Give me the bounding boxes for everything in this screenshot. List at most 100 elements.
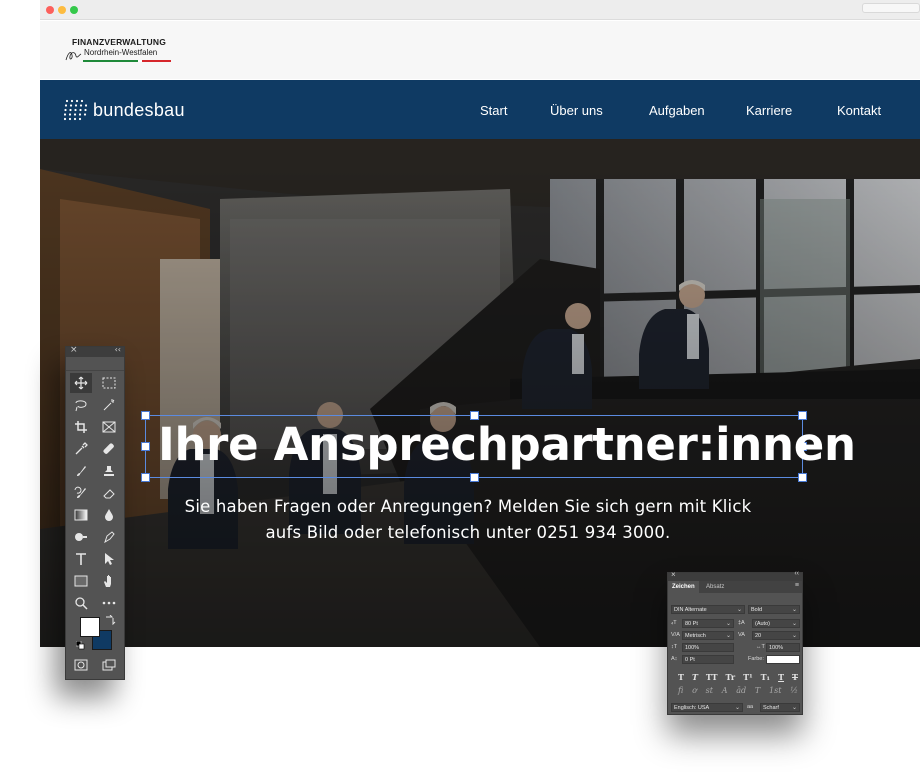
browser-chrome	[40, 0, 920, 20]
blur-icon[interactable]	[98, 505, 120, 525]
character-panel-tabs: Zeichen Absatz ≡	[668, 581, 802, 593]
crop-icon[interactable]	[70, 417, 92, 437]
panel-menu-icon[interactable]: ≡	[795, 582, 799, 589]
zoom-icon[interactable]	[70, 593, 92, 613]
subscript-button[interactable]: T₁	[761, 672, 770, 682]
collapse-icon[interactable]: ‹‹	[115, 345, 121, 354]
baseline-shift-icon: A↕	[671, 656, 678, 662]
collapse-icon[interactable]: ‹‹	[794, 570, 799, 577]
stylistic-alternates-button[interactable]: ād	[736, 686, 746, 695]
dodge-icon[interactable]	[70, 527, 92, 547]
path-select-icon[interactable]	[98, 549, 120, 569]
healing-brush-icon[interactable]	[98, 439, 120, 459]
tracking-field[interactable]: 20 ⌄	[752, 631, 800, 640]
hero-headline[interactable]: Ihre Ansprechpartner:innen	[158, 418, 856, 471]
faux-bold-button[interactable]: T	[678, 672, 684, 682]
contextual-alternates-button[interactable]: st	[706, 686, 713, 695]
transform-handle-ml[interactable]	[141, 442, 150, 451]
lasso-icon[interactable]	[70, 395, 92, 415]
tools-panel: × ‹‹	[65, 345, 125, 680]
swash-button[interactable]: A	[722, 686, 728, 695]
type-icon[interactable]	[70, 549, 92, 569]
character-panel: × ‹‹ Zeichen Absatz ≡ DIN Alternate ⌄ Bol…	[667, 570, 803, 715]
eyedropper-icon[interactable]	[70, 439, 92, 459]
marquee-icon[interactable]	[98, 373, 120, 393]
strikethrough-button[interactable]: T	[792, 672, 798, 682]
font-family-select[interactable]: DIN Alternate ⌄	[671, 605, 745, 614]
rectangle-icon[interactable]	[70, 571, 92, 591]
faux-italic-button[interactable]: T	[692, 672, 698, 682]
superscript-button[interactable]: T¹	[743, 672, 752, 682]
eraser-icon[interactable]	[98, 483, 120, 503]
nav-kontakt[interactable]: Kontakt	[837, 103, 881, 118]
close-icon[interactable]: ×	[70, 345, 78, 355]
close-icon[interactable]: ×	[671, 570, 676, 579]
move-icon[interactable]	[70, 373, 92, 393]
hand-icon[interactable]	[98, 571, 120, 591]
font-size-field[interactable]: 80 Pt ⌄	[682, 619, 734, 628]
tools-panel-grip[interactable]	[66, 357, 124, 371]
stamp-icon[interactable]	[98, 461, 120, 481]
chevron-down-icon: ⌄	[791, 621, 797, 627]
nav-ueber-uns[interactable]: Über uns	[550, 103, 603, 118]
brush-icon[interactable]	[70, 461, 92, 481]
window-minimize-button[interactable]	[58, 6, 66, 14]
character-panel-header: × ‹‹	[668, 570, 802, 581]
swap-colors-icon[interactable]	[104, 615, 116, 625]
quick-mask-icon[interactable]	[74, 659, 88, 671]
finanzverwaltung-logo[interactable]: FINANZVERWALTUNG Nordrhein-Westfalen	[65, 35, 210, 71]
discretionary-ligatures-button[interactable]: ơ	[692, 686, 697, 695]
baseline-shift-field[interactable]: 0 Pt	[682, 655, 734, 664]
transform-handle-bc[interactable]	[470, 473, 479, 482]
opentype-buttons: fi ơ st A ād T 1st ½	[678, 686, 798, 695]
antialias-icon: aa	[747, 704, 754, 710]
kerning-field[interactable]: Metrisch ⌄	[682, 631, 734, 640]
more-icon[interactable]	[98, 593, 120, 613]
horizontal-scale-icon: ↔T	[756, 644, 765, 650]
small-caps-button[interactable]: Tr	[726, 672, 736, 682]
hero-image[interactable]	[40, 139, 920, 647]
text-color-swatch[interactable]	[766, 655, 800, 664]
nav-start[interactable]: Start	[480, 103, 507, 118]
vertical-scale-icon: ↕T	[671, 644, 678, 650]
logo-red-stripe	[142, 60, 171, 62]
font-style-select[interactable]: Bold ⌄	[748, 605, 800, 614]
hero-subline-line-1: Sie haben Fragen oder Anregungen? Melden…	[184, 497, 752, 516]
pen-icon[interactable]	[98, 527, 120, 547]
ordinals-button[interactable]: 1st	[769, 686, 781, 695]
logo-green-stripe	[83, 60, 138, 62]
tab-zeichen[interactable]: Zeichen	[668, 581, 699, 593]
hero-subline: Sie haben Fragen oder Anregungen? Melden…	[150, 494, 786, 546]
antialias-select[interactable]: Scharf ⌄	[760, 703, 800, 712]
tab-absatz[interactable]: Absatz	[702, 581, 728, 593]
magic-wand-icon[interactable]	[98, 395, 120, 415]
window-close-button[interactable]	[46, 6, 54, 14]
all-caps-button[interactable]: TT	[706, 672, 718, 682]
nav-aufgaben[interactable]: Aufgaben	[649, 103, 705, 118]
signature-icon	[65, 52, 82, 61]
chrome-button[interactable]	[862, 3, 920, 13]
language-select[interactable]: Englisch: USA ⌄	[671, 703, 743, 712]
leading-icon: ‡A	[738, 620, 745, 626]
nav-karriere[interactable]: Karriere	[746, 103, 792, 118]
vertical-scale-field[interactable]: 100%	[682, 643, 734, 652]
underline-button[interactable]: T	[778, 672, 784, 682]
frame-icon[interactable]	[98, 417, 120, 437]
default-colors-icon[interactable]	[76, 641, 86, 651]
screen-mode-icon[interactable]	[102, 659, 116, 671]
transform-handle-bl[interactable]	[141, 473, 150, 482]
fractions-button[interactable]: ½	[790, 686, 798, 695]
leading-field[interactable]: (Auto) ⌄	[752, 619, 800, 628]
horizontal-scale-field[interactable]: 100%	[766, 643, 800, 652]
hero-photo	[40, 139, 920, 647]
type-style-buttons: T T TT Tr T¹ T₁ T T	[678, 672, 798, 682]
gradient-icon[interactable]	[70, 505, 92, 525]
titling-alternates-button[interactable]: T	[755, 686, 760, 695]
window-zoom-button[interactable]	[70, 6, 78, 14]
ligatures-button[interactable]: fi	[678, 686, 683, 695]
foreground-color-swatch[interactable]	[80, 617, 100, 637]
history-brush-icon[interactable]	[70, 483, 92, 503]
bundesbau-logo[interactable]: bundesbau	[64, 98, 185, 122]
transform-handle-tl[interactable]	[141, 411, 150, 420]
transform-handle-br[interactable]	[798, 473, 807, 482]
